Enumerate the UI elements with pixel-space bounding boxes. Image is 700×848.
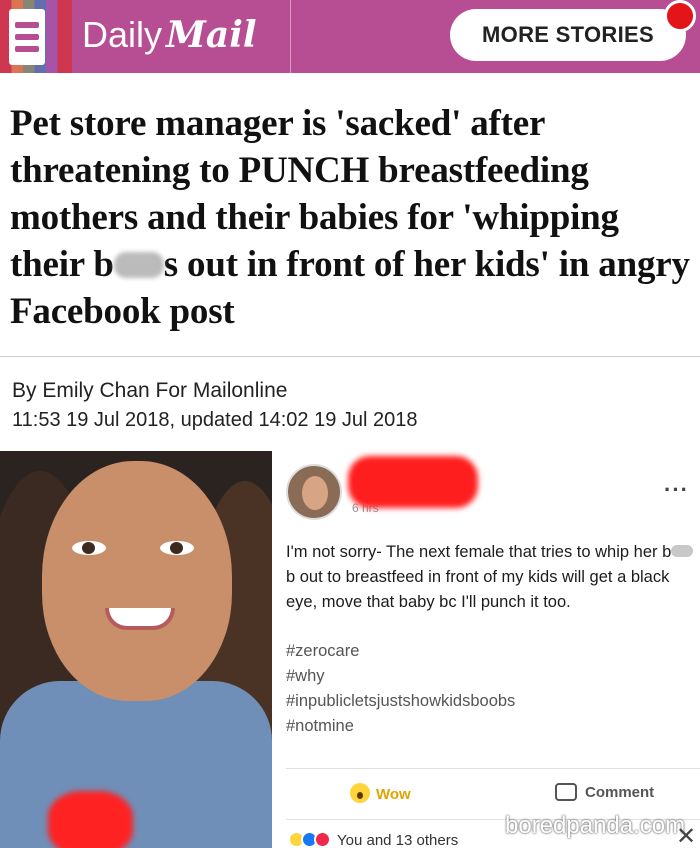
name-redaction <box>348 456 478 508</box>
censored-word <box>113 252 164 278</box>
menu-icon <box>9 9 45 65</box>
wow-label: Wow <box>376 786 411 803</box>
redaction-blur <box>48 791 133 848</box>
menu-button[interactable] <box>0 0 72 73</box>
reactions-summary[interactable]: You and 13 others <box>288 831 458 848</box>
logo-daily: Daily <box>82 14 163 55</box>
comment-button[interactable]: Comment <box>555 783 654 801</box>
article-dateline: 11:53 19 Jul 2018, updated 14:02 19 Jul … <box>12 409 418 431</box>
article-headline: Pet store manager is 'sacked' after thre… <box>10 100 690 335</box>
hashtag[interactable]: #notmine <box>286 714 515 739</box>
reactions-text: You and 13 others <box>337 832 459 848</box>
author-byline: By Emily Chan For Mailonline <box>12 379 288 402</box>
more-stories-button[interactable]: MORE STORIES <box>450 9 686 61</box>
hashtag[interactable]: #why <box>286 664 515 689</box>
post-text-1: I'm not sorry- The next female that trie… <box>286 543 672 561</box>
hashtag[interactable]: #inpublicletsjustshowkidsboobs <box>286 689 515 714</box>
comment-icon <box>555 783 577 801</box>
close-icon[interactable]: ✕ <box>676 822 696 848</box>
poster-avatar <box>286 464 342 520</box>
logo-mail: Mail <box>166 14 257 56</box>
divider <box>0 356 700 357</box>
hashtags: #zerocare #why #inpublicletsjustshowkids… <box>286 639 515 739</box>
angry-reaction-icon <box>314 831 331 848</box>
more-options-icon[interactable]: ··· <box>664 477 689 503</box>
wow-button[interactable]: Wow <box>350 783 411 803</box>
notification-dot <box>664 0 696 32</box>
divider <box>286 768 700 769</box>
post-text-2: b out to breastfeed in front of my kids … <box>286 568 670 611</box>
wow-reaction-icon <box>350 783 370 803</box>
post-text: I'm not sorry- The next female that trie… <box>286 540 696 615</box>
profile-photo <box>0 451 272 848</box>
comment-label: Comment <box>585 784 655 801</box>
hashtag[interactable]: #zerocare <box>286 639 515 664</box>
facebook-post-card: Ca 6 hrs ··· I'm not sorry- The next fem… <box>272 451 700 848</box>
watermark: boredpanda.com <box>505 812 686 839</box>
top-bar: Daily Mail MORE STORIES <box>0 0 700 73</box>
header-divider <box>290 0 291 73</box>
site-logo[interactable]: Daily Mail <box>82 14 257 56</box>
censored-word <box>671 545 694 557</box>
